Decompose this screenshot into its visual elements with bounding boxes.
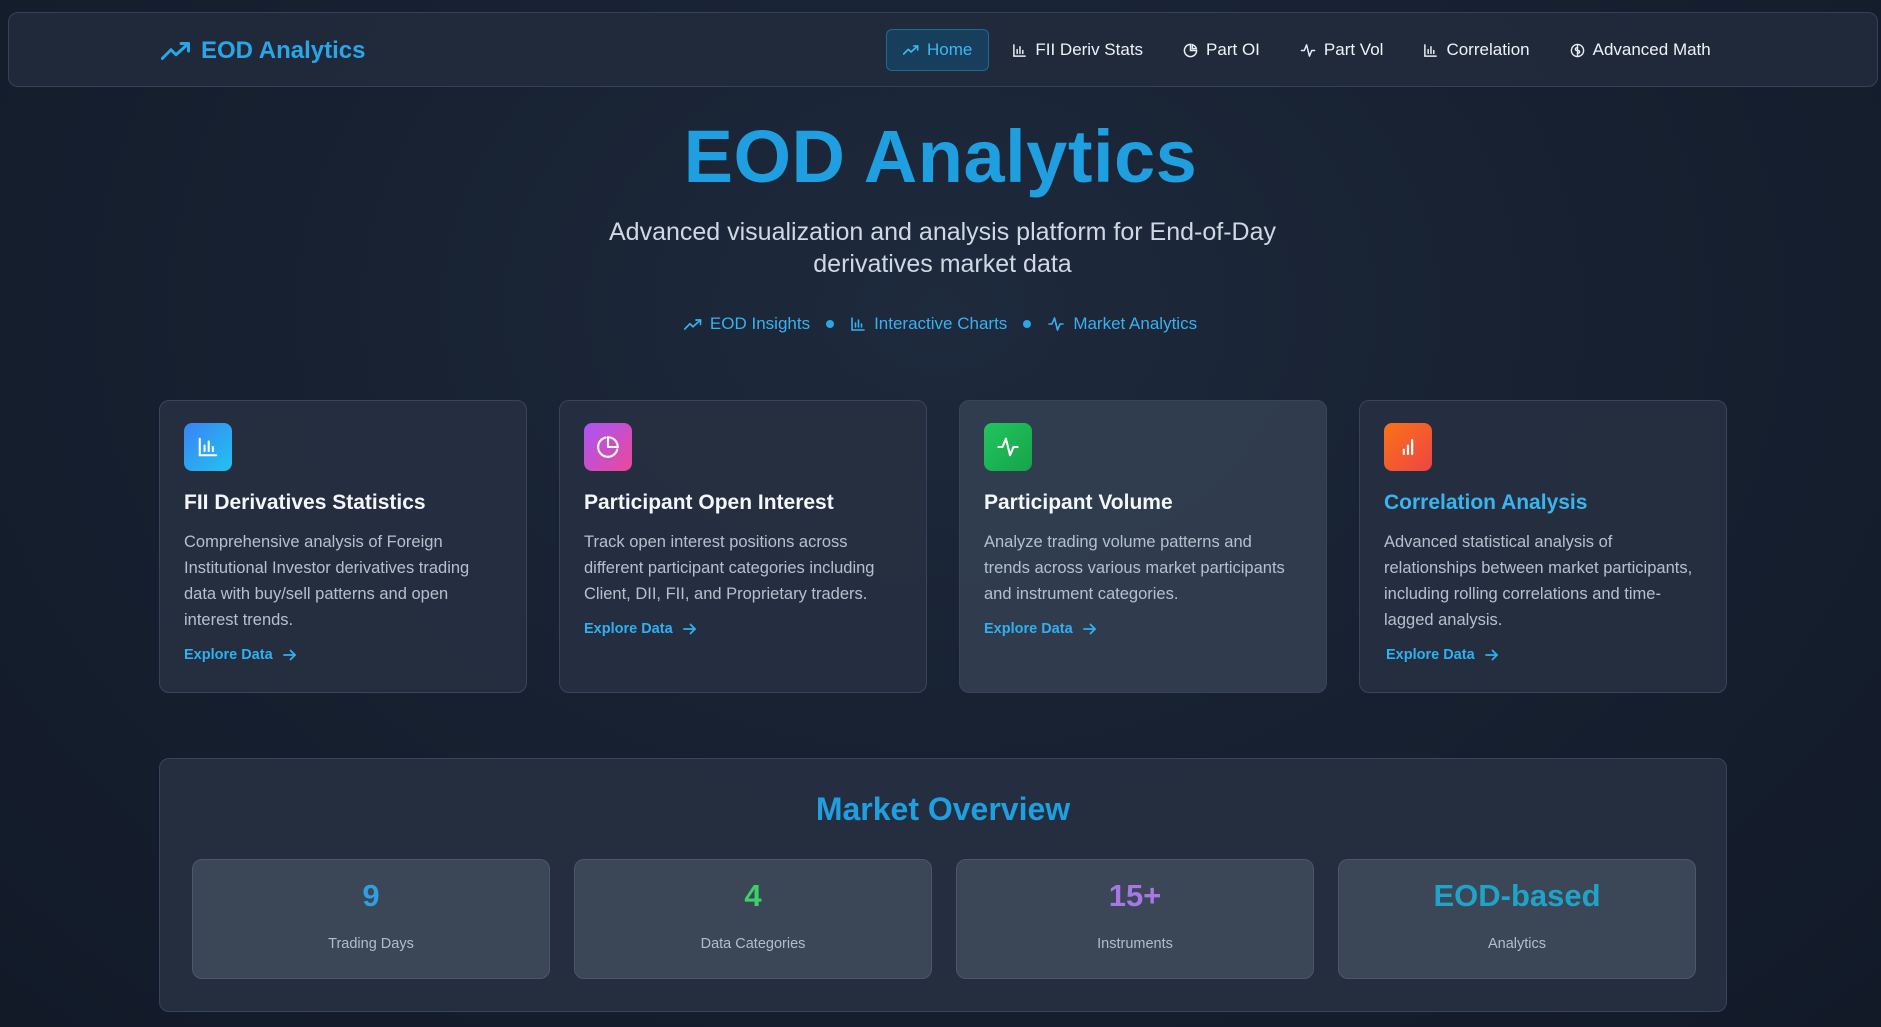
pie-chart-icon <box>584 423 632 471</box>
stat-trading-days: 9 Trading Days <box>192 859 550 979</box>
stat-value: 4 <box>744 878 762 913</box>
stat-data-categories: 4 Data Categories <box>574 859 932 979</box>
activity-icon <box>1047 316 1065 332</box>
explore-data-link[interactable]: Explore Data <box>584 621 902 637</box>
tag-label: EOD Insights <box>709 314 811 333</box>
stat-analytics: EOD-based Analytics <box>1338 859 1696 979</box>
card-title: Participant Volume <box>984 491 1173 514</box>
trending-up-icon <box>161 40 191 62</box>
card-title: Correlation Analysis <box>1384 491 1588 514</box>
card-title: Participant Open Interest <box>584 491 834 514</box>
brand-logo[interactable]: EOD Analytics <box>161 35 366 67</box>
nav-item-part-oi[interactable]: Part OI <box>1166 29 1277 71</box>
tag-label: Market Analytics <box>1073 314 1198 333</box>
market-overview-title: Market Overview <box>815 791 1071 827</box>
pie-chart-icon <box>1183 43 1198 58</box>
hero-tags: EOD Insights Interactive Charts Market A… <box>0 312 1881 336</box>
bar-chart-icon <box>1012 43 1027 58</box>
nav-item-advanced-math[interactable]: Advanced Math <box>1553 29 1728 71</box>
trending-up-icon <box>903 44 919 56</box>
arrow-right-icon <box>1484 649 1499 661</box>
trending-up-icon <box>683 318 702 331</box>
card-title: FII Derivatives Statistics <box>184 491 426 514</box>
tag-separator-dot <box>826 320 835 328</box>
stat-value: EOD-based <box>1433 878 1601 913</box>
nav-item-label: Correlation <box>1446 40 1530 59</box>
bar-chart-icon <box>1423 43 1438 58</box>
nav-item-part-vol[interactable]: Part Vol <box>1283 29 1401 71</box>
arrow-right-icon <box>282 649 297 661</box>
link-label: Explore Data <box>184 647 273 663</box>
stat-label: Trading Days <box>328 936 414 952</box>
brain-icon <box>1570 43 1585 58</box>
top-navbar: EOD Analytics Home FII Deriv Stats Part … <box>8 12 1878 87</box>
brand-name: EOD Analytics <box>201 37 366 64</box>
explore-data-link[interactable]: Explore Data <box>1386 647 1702 663</box>
nav-item-correlation[interactable]: Correlation <box>1406 29 1546 71</box>
tag-separator-dot <box>1023 320 1032 328</box>
card-description: Comprehensive analysis of Foreign Instit… <box>184 533 470 629</box>
card-fii-derivatives[interactable]: FII Derivatives Statistics Comprehensive… <box>159 400 527 693</box>
nav-item-label: Advanced Math <box>1592 40 1711 59</box>
nav-item-label: Part Vol <box>1323 40 1384 59</box>
tag-eod-insights: EOD Insights <box>683 314 811 334</box>
nav-item-label: Home <box>927 40 973 59</box>
nav-menu: Home FII Deriv Stats Part OI Part Vol Co… <box>886 29 1728 71</box>
stat-value: 15+ <box>1108 878 1162 913</box>
stat-value: 9 <box>362 878 380 913</box>
nav-item-label: Part OI <box>1206 40 1260 59</box>
link-label: Explore Data <box>1386 647 1475 663</box>
bar-chart-small-icon <box>1384 423 1432 471</box>
hero-subtitle: Advanced visualization and analysis plat… <box>608 218 1276 278</box>
card-description: Advanced statistical analysis of relatio… <box>1384 533 1693 629</box>
stat-label: Instruments <box>1097 936 1173 952</box>
card-description: Analyze trading volume patterns and tren… <box>984 533 1285 603</box>
stat-label: Data Categories <box>700 936 806 952</box>
tag-market-analytics: Market Analytics <box>1047 314 1197 334</box>
arrow-right-icon <box>1082 623 1097 635</box>
nav-item-fii-deriv-stats[interactable]: FII Deriv Stats <box>995 29 1160 71</box>
tag-label: Interactive Charts <box>874 314 1008 333</box>
explore-data-link[interactable]: Explore Data <box>184 647 502 663</box>
bar-chart-icon <box>850 316 866 332</box>
card-participant-volume[interactable]: Participant Volume Analyze trading volum… <box>959 400 1327 693</box>
bar-chart-icon <box>184 423 232 471</box>
link-label: Explore Data <box>584 621 673 637</box>
link-label: Explore Data <box>984 621 1073 637</box>
explore-data-link[interactable]: Explore Data <box>984 621 1302 637</box>
arrow-right-icon <box>682 623 697 635</box>
tag-interactive-charts: Interactive Charts <box>850 314 1007 334</box>
card-description: Track open interest positions across dif… <box>584 533 875 603</box>
stat-instruments: 15+ Instruments <box>956 859 1314 979</box>
card-correlation-analysis[interactable]: Correlation Analysis Advanced statistica… <box>1359 400 1727 693</box>
nav-item-label: FII Deriv Stats <box>1035 40 1144 59</box>
card-participant-oi[interactable]: Participant Open Interest Track open int… <box>559 400 927 693</box>
stat-label: Analytics <box>1487 936 1547 952</box>
market-overview-panel: Market Overview 9 Trading Days 4 Data Ca… <box>159 758 1727 1012</box>
nav-item-home[interactable]: Home <box>886 29 990 71</box>
hero-title: EOD Analytics <box>683 115 1198 198</box>
activity-icon <box>984 423 1032 471</box>
activity-icon <box>1300 43 1316 58</box>
